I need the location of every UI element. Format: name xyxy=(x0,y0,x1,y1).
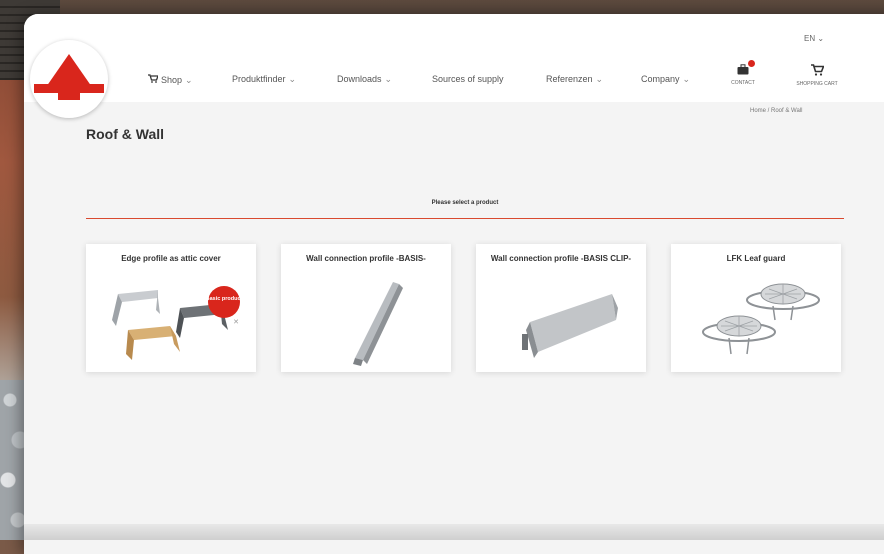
nav-label: Produktfinder xyxy=(232,74,286,84)
basic-product-badge: Basic product xyxy=(206,296,243,302)
product-title: Wall connection profile -BASIS CLIP- xyxy=(490,254,632,263)
shopping-cart-button[interactable]: SHOPPING CART xyxy=(792,64,842,87)
product-image-edge-profile: Basic product ✕ xyxy=(112,286,243,360)
nav-label: Downloads xyxy=(337,74,382,84)
notification-dot xyxy=(748,60,755,67)
language-selector[interactable]: EN ⌄ xyxy=(804,34,824,43)
contact-button[interactable]: CONTACT xyxy=(718,60,768,86)
nav-item-downloads[interactable]: Downloads ⌄ xyxy=(337,74,392,85)
nav-label: Referenzen xyxy=(546,74,593,84)
page-bottom-shade xyxy=(24,524,884,540)
language-label: EN xyxy=(804,34,816,43)
site-header: EN ⌄ Shop ⌄ Produktfinder ⌄ Downloads ⌄ Sou… xyxy=(24,14,884,118)
cart-icon xyxy=(148,74,159,86)
chevron-down-icon: ⌄ xyxy=(384,74,393,84)
product-image-wall-connection-basis xyxy=(353,282,403,366)
product-card-wall-connection-basis[interactable]: Wall connection profile -BASIS- xyxy=(281,244,451,372)
nav-item-referenzen[interactable]: Referenzen ⌄ xyxy=(546,74,603,85)
chevron-down-icon: ⌄ xyxy=(595,74,604,84)
product-image-lfk-leaf-guard xyxy=(702,283,820,355)
svg-text:✕: ✕ xyxy=(233,319,239,326)
nav-item-produktfinder[interactable]: Produktfinder ⌄ xyxy=(232,74,296,85)
nav-label: Company xyxy=(641,74,680,84)
product-card-edge-profile[interactable]: Edge profile as attic cover Basic produc… xyxy=(86,244,256,372)
product-image-wall-connection-basis-clip xyxy=(522,294,618,358)
logo-box xyxy=(58,88,80,100)
chevron-down-icon: ⌄ xyxy=(185,75,193,85)
briefcase-icon xyxy=(718,64,768,78)
select-prompt: Please select a product xyxy=(431,200,499,206)
page-title: Roof & Wall xyxy=(86,126,165,142)
nav-item-shop[interactable]: Shop ⌄ xyxy=(148,74,193,86)
nav-label: Sources of supply xyxy=(432,74,504,84)
product-card-lfk-leaf-guard[interactable]: LFK Leaf guard xyxy=(671,244,841,372)
product-title: LFK Leaf guard xyxy=(726,254,786,263)
chevron-down-icon: ⌄ xyxy=(817,34,825,43)
contact-label: CONTACT xyxy=(731,80,755,86)
chevron-down-icon: ⌄ xyxy=(682,74,691,84)
shopping-cart-label: SHOPPING CART xyxy=(796,81,838,87)
chevron-down-icon: ⌄ xyxy=(288,74,297,84)
product-title: Wall connection profile -BASIS- xyxy=(306,254,426,263)
product-card-wall-connection-basis-clip[interactable]: Wall connection profile -BASIS CLIP- xyxy=(476,244,646,372)
nav-item-sources-of-supply[interactable]: Sources of supply xyxy=(432,74,504,84)
cart-icon xyxy=(792,64,842,79)
browser-page: EN ⌄ Shop ⌄ Produktfinder ⌄ Downloads ⌄ Sou… xyxy=(24,14,884,554)
divider xyxy=(86,218,844,219)
nav-item-company[interactable]: Company ⌄ xyxy=(641,74,690,85)
nav-label: Shop xyxy=(161,75,183,85)
product-title: Edge profile as attic cover xyxy=(121,254,221,263)
breadcrumb[interactable]: Home / Roof & Wall xyxy=(750,108,802,114)
